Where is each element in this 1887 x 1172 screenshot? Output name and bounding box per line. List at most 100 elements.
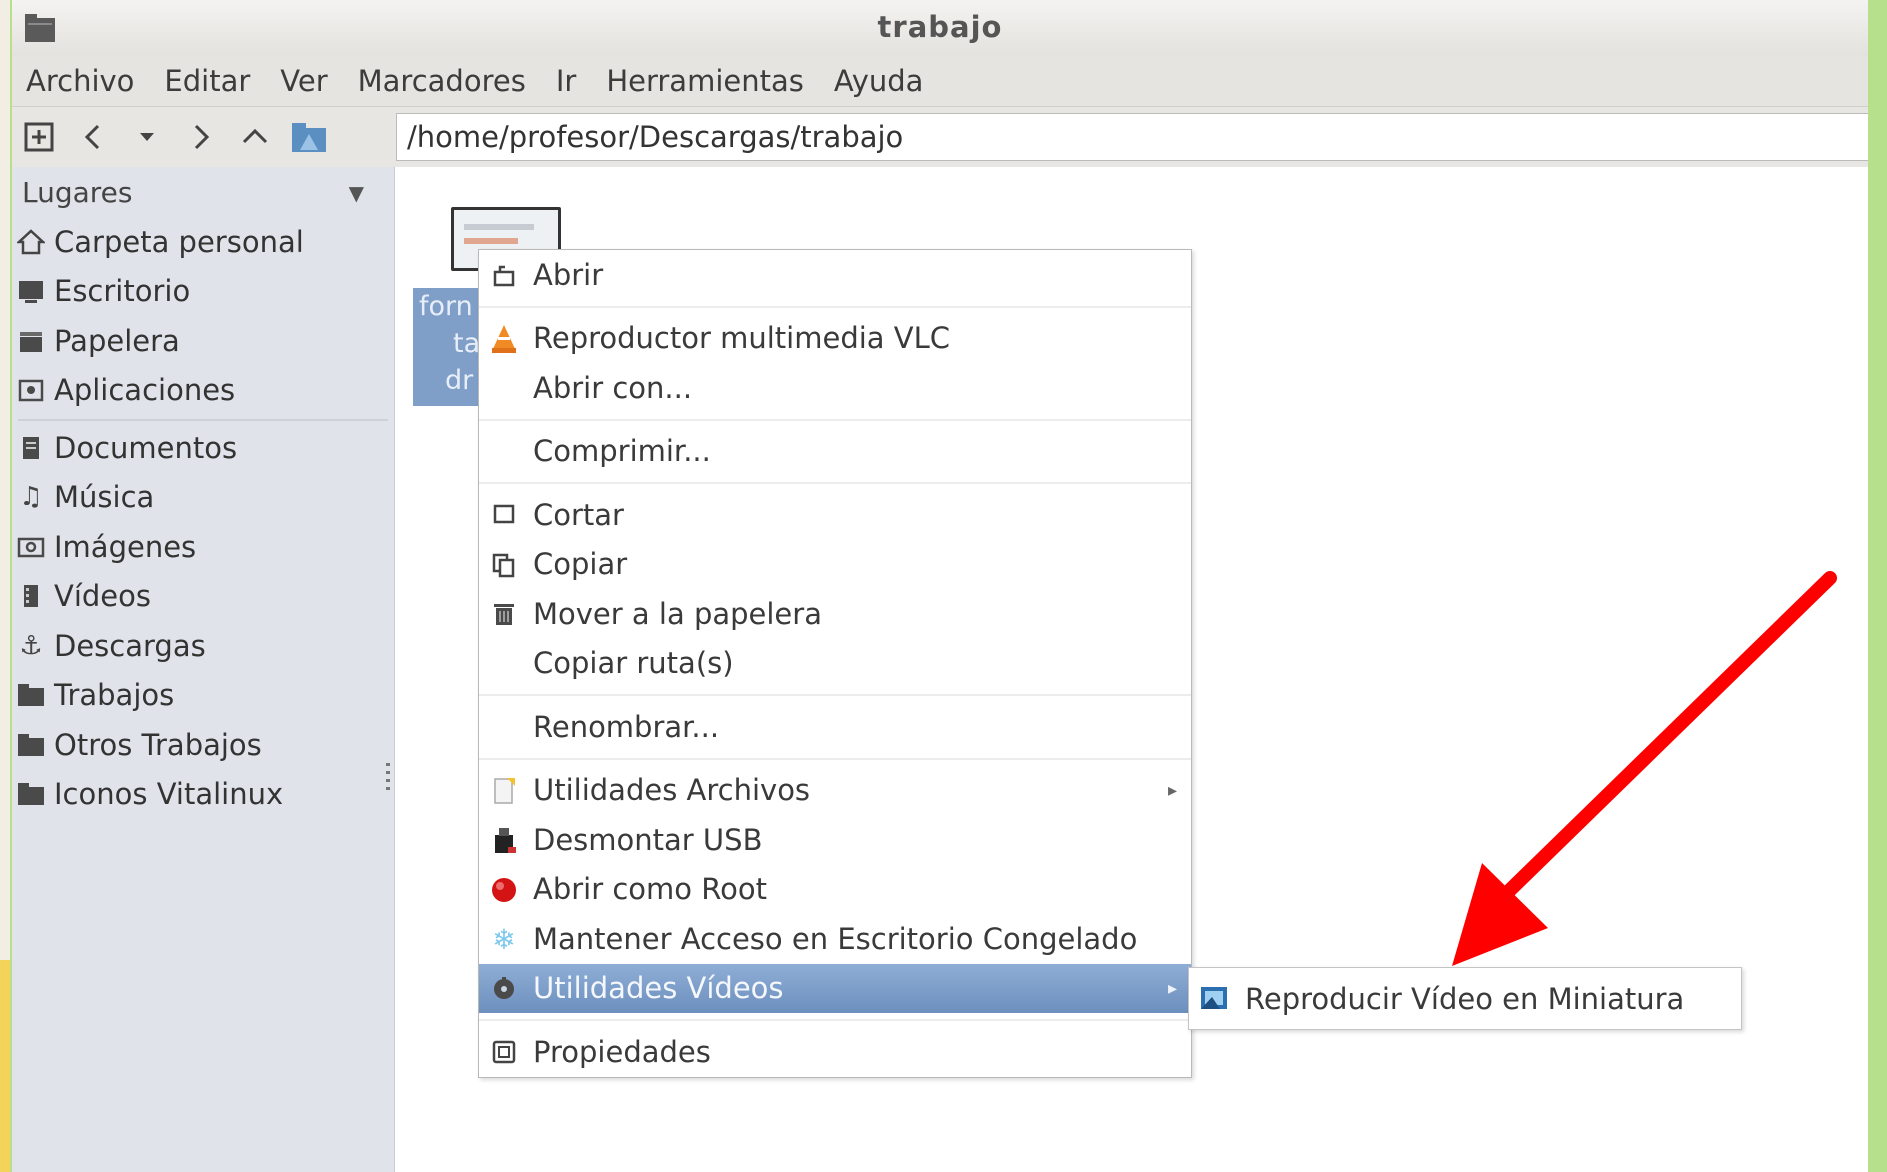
menu-herramientas[interactable]: Herramientas bbox=[606, 64, 804, 98]
sidebar-item-papelera[interactable]: Papelera bbox=[12, 316, 394, 366]
sidebar-item-label: Papelera bbox=[54, 323, 180, 358]
menu-item-label: Renombrar... bbox=[533, 709, 720, 744]
folder-icon bbox=[14, 777, 48, 811]
menu-item-mover-papelera[interactable]: Mover a la papelera bbox=[479, 589, 1191, 639]
trash-icon bbox=[487, 597, 521, 631]
home-folder-button[interactable] bbox=[282, 112, 336, 162]
sidebar-item-label: Iconos Vitalinux bbox=[54, 777, 284, 812]
file-utilities-icon bbox=[487, 774, 521, 808]
parent-folder-button[interactable] bbox=[228, 112, 282, 162]
menu-item-label: Comprimir... bbox=[533, 434, 711, 469]
video-player-icon bbox=[1197, 981, 1231, 1015]
menu-separator bbox=[479, 476, 1191, 490]
sidebar-item-imagenes[interactable]: Imágenes bbox=[12, 522, 394, 572]
menu-item-vlc[interactable]: Reproductor multimedia VLC bbox=[479, 314, 1191, 364]
toolbar: /home/profesor/Descargas/trabajo bbox=[12, 107, 1868, 168]
copy-icon bbox=[487, 548, 521, 582]
sidebar-item-trabajos[interactable]: Trabajos bbox=[12, 671, 394, 721]
menu-item-label: Mantener Acceso en Escritorio Congelado bbox=[533, 921, 1138, 956]
menu-item-label: Copiar ruta(s) bbox=[533, 646, 734, 681]
sidebar-item-label: Trabajos bbox=[54, 678, 175, 713]
menu-ir[interactable]: Ir bbox=[556, 64, 576, 98]
menu-separator bbox=[479, 1013, 1191, 1027]
menu-item-label: Reproducir Vídeo en Miniatura bbox=[1245, 981, 1685, 1016]
sidebar-item-escritorio[interactable]: Escritorio bbox=[12, 267, 394, 317]
menu-item-cortar[interactable]: Cortar bbox=[479, 490, 1191, 540]
menu-item-abrir-root[interactable]: Abrir como Root bbox=[479, 865, 1191, 915]
menu-item-label: Copiar bbox=[533, 547, 628, 582]
menu-item-renombrar[interactable]: Renombrar... bbox=[479, 702, 1191, 752]
menu-item-label: Reproductor multimedia VLC bbox=[533, 321, 951, 356]
menu-separator bbox=[479, 752, 1191, 766]
location-path: /home/profesor/Descargas/trabajo bbox=[407, 120, 904, 154]
menu-item-utilidades-videos[interactable]: Utilidades Vídeos ▸ bbox=[479, 963, 1191, 1013]
menu-ayuda[interactable]: Ayuda bbox=[834, 64, 924, 98]
context-menu: Abrir Reproductor multimedia VLC Abrir c… bbox=[478, 249, 1192, 1078]
backdrop-border bbox=[1868, 0, 1887, 1172]
sidebar-item-documentos[interactable]: Documentos bbox=[12, 423, 394, 473]
vlc-icon bbox=[487, 322, 521, 356]
sidebar-item-carpeta-personal[interactable]: Carpeta personal bbox=[12, 217, 394, 267]
new-tab-button[interactable] bbox=[12, 112, 66, 162]
menu-item-reproducir-miniatura[interactable]: Reproducir Vídeo en Miniatura bbox=[1189, 968, 1741, 1029]
sidebar-item-label: Aplicaciones bbox=[54, 373, 236, 408]
menu-item-abrir-con[interactable]: Abrir con... bbox=[479, 363, 1191, 413]
sidebar-item-musica[interactable]: ♫ Música bbox=[12, 473, 394, 523]
open-icon bbox=[487, 258, 521, 292]
sidebar-item-iconos-vitalinux[interactable]: Iconos Vitalinux bbox=[12, 770, 394, 820]
history-dropdown-button[interactable] bbox=[120, 112, 174, 162]
menu-marcadores[interactable]: Marcadores bbox=[358, 64, 526, 98]
sidebar-item-videos[interactable]: Vídeos bbox=[12, 572, 394, 622]
menu-item-comprimir[interactable]: Comprimir... bbox=[479, 427, 1191, 477]
sidebar-item-label: Vídeos bbox=[54, 579, 151, 614]
applications-icon bbox=[14, 373, 48, 407]
sidebar: Lugares ▼ Carpeta personal Escritorio Pa… bbox=[12, 167, 395, 1172]
caret-down-icon bbox=[140, 133, 154, 141]
menu-separator bbox=[479, 688, 1191, 702]
back-button[interactable] bbox=[66, 112, 120, 162]
forward-button[interactable] bbox=[174, 112, 228, 162]
menu-item-copiar-ruta[interactable]: Copiar ruta(s) bbox=[479, 639, 1191, 689]
music-icon: ♫ bbox=[19, 482, 43, 513]
documents-icon bbox=[14, 431, 48, 465]
menu-separator bbox=[479, 413, 1191, 427]
sidebar-item-descargas[interactable]: ⚓ Descargas bbox=[12, 621, 394, 671]
chevron-right-icon bbox=[194, 124, 210, 150]
sidebar-item-label: Música bbox=[54, 480, 155, 515]
sidebar-item-label: Escritorio bbox=[54, 274, 191, 309]
menu-item-label: Abrir como Root bbox=[533, 872, 767, 907]
menu-item-propiedades[interactable]: Propiedades bbox=[479, 1027, 1191, 1077]
menu-item-utilidades-archivos[interactable]: Utilidades Archivos ▸ bbox=[479, 766, 1191, 816]
menu-item-label: Utilidades Archivos bbox=[533, 773, 811, 808]
properties-icon bbox=[487, 1035, 521, 1069]
menu-separator bbox=[479, 300, 1191, 314]
menu-item-abrir[interactable]: Abrir bbox=[479, 250, 1191, 300]
menu-archivo[interactable]: Archivo bbox=[26, 64, 134, 98]
menu-editar[interactable]: Editar bbox=[164, 64, 250, 98]
sidebar-item-otros-trabajos[interactable]: Otros Trabajos bbox=[12, 720, 394, 770]
sidebar-resize-handle[interactable] bbox=[386, 763, 390, 791]
menu-ver[interactable]: Ver bbox=[280, 64, 327, 98]
window-title: trabajo bbox=[877, 10, 1003, 44]
menu-item-copiar[interactable]: Copiar bbox=[479, 540, 1191, 590]
home-icon bbox=[14, 225, 48, 259]
menu-item-escritorio-congelado[interactable]: ❄ Mantener Acceso en Escritorio Congelad… bbox=[479, 914, 1191, 964]
menu-item-label: Abrir bbox=[533, 257, 604, 292]
snowflake-icon: ❄ bbox=[492, 922, 516, 956]
usb-drive-icon bbox=[487, 823, 521, 857]
sidebar-header[interactable]: Lugares ▼ bbox=[12, 167, 394, 217]
menu-item-desmontar-usb[interactable]: Desmontar USB bbox=[479, 815, 1191, 865]
title-bar: trabajo bbox=[12, 0, 1868, 56]
sidebar-item-label: Descargas bbox=[54, 628, 206, 663]
sidebar-divider bbox=[18, 419, 388, 421]
sidebar-header-label: Lugares bbox=[22, 175, 133, 209]
location-bar[interactable]: /home/profesor/Descargas/trabajo bbox=[396, 113, 1868, 161]
video-utilities-submenu: Reproducir Vídeo en Miniatura bbox=[1188, 967, 1742, 1030]
folder-icon bbox=[14, 728, 48, 762]
desktop-icon bbox=[14, 274, 48, 308]
folder-location-icon bbox=[292, 123, 326, 152]
menu-item-label: Propiedades bbox=[533, 1034, 711, 1069]
sidebar-item-label: Carpeta personal bbox=[54, 224, 304, 259]
sidebar-item-aplicaciones[interactable]: Aplicaciones bbox=[12, 366, 394, 416]
caret-down-icon[interactable]: ▼ bbox=[349, 181, 364, 205]
